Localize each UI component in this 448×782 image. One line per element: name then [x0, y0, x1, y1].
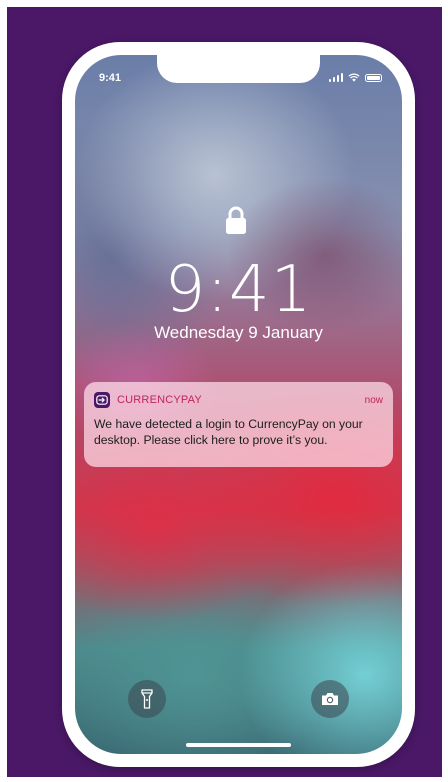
camera-icon: [322, 693, 338, 705]
lock-screen-date: Wednesday 9 January: [154, 323, 323, 342]
home-indicator[interactable]: [186, 743, 291, 747]
notification-time: now: [364, 394, 383, 406]
lock-icon: [226, 206, 246, 234]
notification-app-name: CURRENCYPAY: [117, 394, 202, 406]
login-arrow-icon: [94, 392, 110, 408]
lock-screen: 9:41 9:41 Wednesday 9 January CURRENCYPA…: [75, 55, 402, 754]
flashlight-icon: [141, 689, 153, 709]
flashlight-button[interactable]: [128, 680, 166, 718]
camera-button[interactable]: [311, 680, 349, 718]
notification-message: We have detected a login to CurrencyPay …: [94, 417, 363, 447]
lock-screen-time: 9:41: [164, 253, 313, 327]
battery-icon: [365, 73, 382, 82]
wifi-icon: [348, 73, 360, 82]
phone-frame: 9:41 9:41 Wednesday 9 January CURRENCYPA…: [62, 42, 415, 767]
notification-card[interactable]: CURRENCYPAY now We have detected a login…: [84, 382, 393, 467]
background-panel: 9:41 9:41 Wednesday 9 January CURRENCYPA…: [7, 7, 442, 777]
notch: [157, 55, 320, 83]
signal-icon: [328, 73, 343, 82]
notification-header: CURRENCYPAY now: [94, 392, 383, 408]
status-icons: [328, 73, 382, 82]
status-time: 9:41: [99, 72, 122, 84]
